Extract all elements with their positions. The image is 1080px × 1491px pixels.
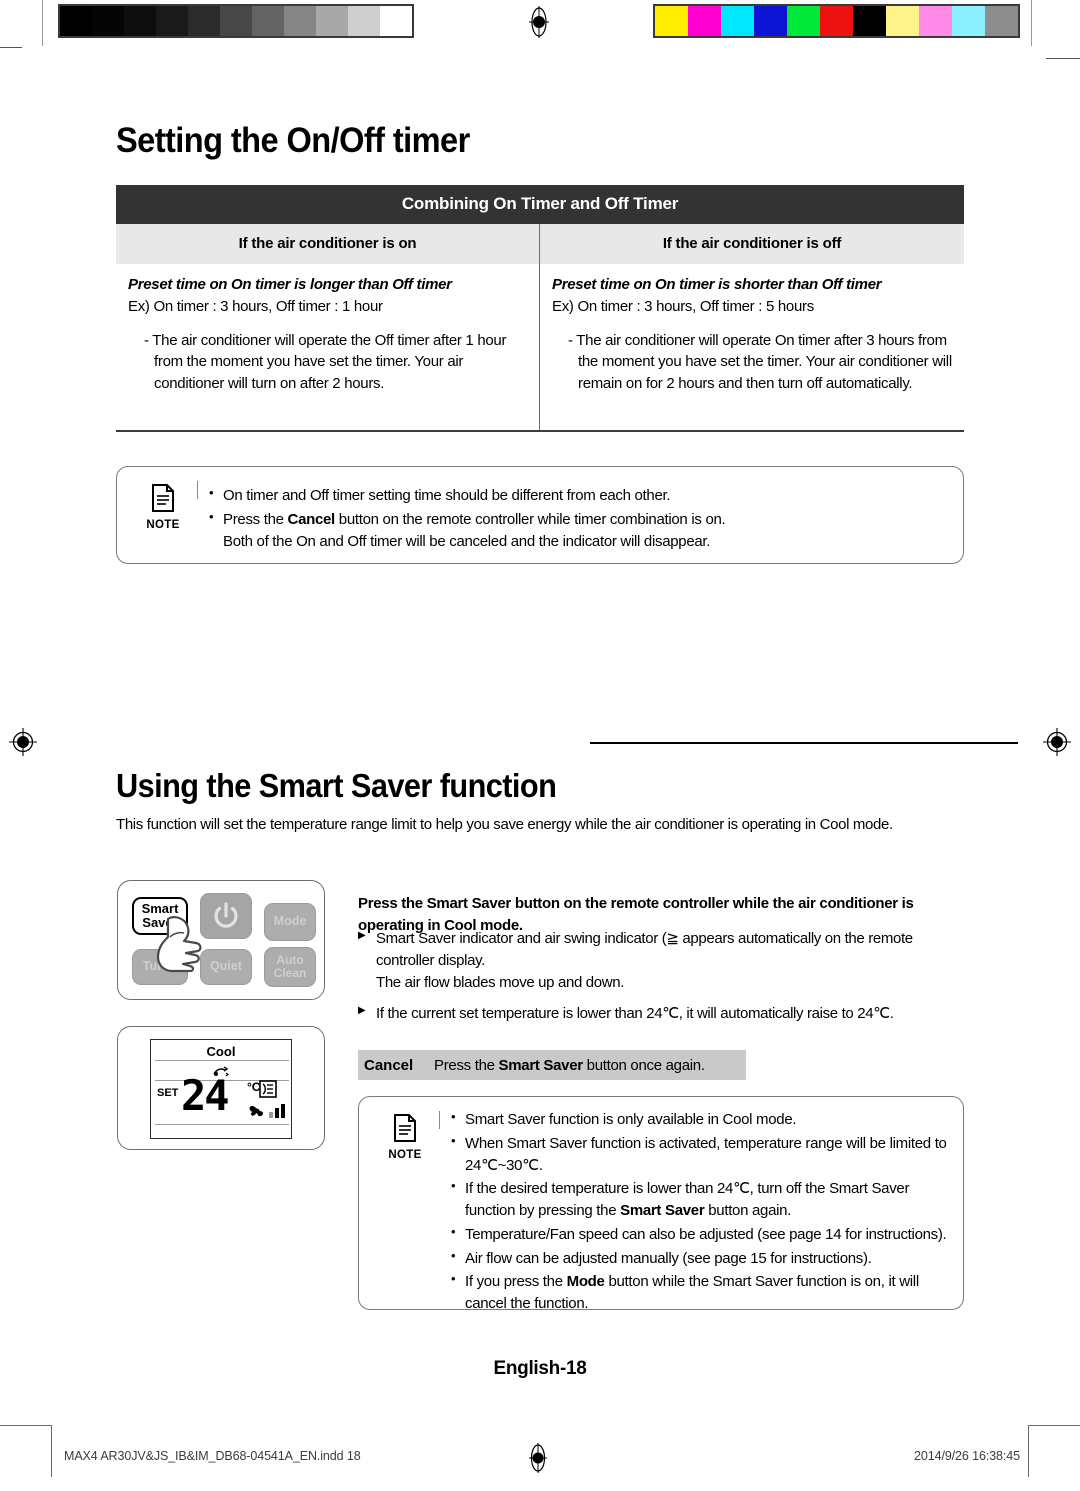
remote-display-illustration: Cool SET 24 °C bbox=[117, 1026, 325, 1150]
note-item-bold: Smart Saver bbox=[620, 1202, 705, 1219]
note-item-bold: Mode bbox=[566, 1273, 605, 1291]
lcd-divider bbox=[155, 1060, 289, 1061]
smart-saver-intro: This function will set the temperature r… bbox=[116, 816, 893, 833]
lcd-screen: Cool SET 24 °C bbox=[150, 1039, 292, 1139]
smart-saver-indicator-icon bbox=[259, 1080, 277, 1098]
mode-button[interactable]: Mode bbox=[264, 903, 316, 941]
lead-bold: Smart Saver bbox=[426, 895, 512, 912]
note-item-text: Smart Saver function is only available i… bbox=[465, 1111, 797, 1128]
note-item: Press the Cancel button on the remote co… bbox=[207, 508, 949, 553]
note-item-sub: Both of the On and Off timer will be can… bbox=[223, 532, 711, 550]
table-cell-on: Preset time on On timer is longer than O… bbox=[116, 264, 540, 430]
note-item-text: Air flow can be adjusted manually (see p… bbox=[465, 1249, 872, 1267]
table-header-off: If the air conditioner is off bbox=[662, 235, 842, 252]
note-divider bbox=[197, 481, 198, 499]
note-document-icon bbox=[152, 484, 174, 512]
note-list: Smart Saver function is only available i… bbox=[449, 1108, 951, 1317]
lead-pre: Press the bbox=[358, 895, 427, 912]
bullet-text-pre: Smart Saver indicator and air swing indi… bbox=[376, 930, 667, 947]
note-item-text-pre: If you press the bbox=[465, 1273, 567, 1291]
bullet-item: If the current set temperature is lower … bbox=[358, 1003, 970, 1025]
crop-mark-bottom-right bbox=[1028, 1425, 1080, 1426]
timer-combination-table: Combining On Timer and Off Timer If the … bbox=[116, 185, 964, 432]
auto-clean-button[interactable]: Auto Clean bbox=[264, 947, 316, 987]
cancel-bold: Smart Saver bbox=[498, 1056, 584, 1074]
bullet-sub: The air flow blades move up and down. bbox=[376, 973, 625, 991]
cell-detail: - The air conditioner will operate the O… bbox=[144, 332, 507, 392]
cancel-text: Press the Smart Saver button once again. bbox=[434, 1057, 705, 1074]
footer-filename: MAX4 AR30JV&JS_IB&IM_DB68-04541A_EN.indd… bbox=[64, 1449, 361, 1463]
cell-caption: Preset time on On timer is shorter than … bbox=[552, 276, 882, 293]
note-box-smart-saver: NOTE Smart Saver function is only availa… bbox=[358, 1096, 964, 1312]
note-label: NOTE bbox=[146, 519, 180, 531]
cell-example: Ex) On timer : 3 hours, Off timer : 5 ho… bbox=[552, 298, 814, 315]
note-item: Smart Saver function is only available i… bbox=[449, 1108, 951, 1131]
lcd-divider bbox=[155, 1124, 289, 1125]
page-title-smart-saver: Using the Smart Saver function bbox=[116, 767, 557, 805]
pointing-hand-icon bbox=[156, 916, 202, 973]
note-marker: NOTE bbox=[377, 1113, 433, 1161]
cancel-title: Cancel bbox=[364, 1056, 414, 1074]
manual-page: Setting the On/Off timer Combining On Ti… bbox=[0, 0, 1080, 1491]
note-item-text: Temperature/Fan speed can also be adjust… bbox=[465, 1225, 947, 1243]
note-item: If you press the Mode button while the S… bbox=[449, 1270, 951, 1315]
table-column-headers: If the air conditioner is on If the air … bbox=[116, 224, 964, 264]
mode-label: Mode bbox=[273, 914, 307, 929]
note-label: NOTE bbox=[388, 1149, 422, 1161]
note-box-timer: NOTE On timer and Off timer setting time… bbox=[116, 466, 964, 564]
crop-mark-bottom-left-vertical bbox=[51, 1425, 52, 1477]
note-item-bold: Cancel bbox=[287, 510, 336, 528]
cancel-text-pre: Press the bbox=[434, 1056, 499, 1074]
table-body: Preset time on On timer is longer than O… bbox=[116, 264, 964, 432]
table-header-on: If the air conditioner is on bbox=[116, 224, 540, 264]
cell-caption: Preset time on On timer is longer than O… bbox=[128, 276, 452, 293]
note-item: On timer and Off timer setting time shou… bbox=[207, 484, 949, 507]
heading-rule bbox=[590, 742, 1018, 745]
note-list: On timer and Off timer setting time shou… bbox=[207, 484, 949, 554]
lcd-set-label: SET bbox=[157, 1087, 179, 1099]
bullet-text-pre: If the current set temperature is lower … bbox=[376, 1005, 894, 1023]
note-item-text: When Smart Saver function is activated, … bbox=[465, 1134, 947, 1174]
table-title: Combining On Timer and Off Timer bbox=[116, 185, 964, 224]
note-item-text-post: button on the remote controller while ti… bbox=[334, 510, 726, 528]
note-document-icon bbox=[394, 1114, 416, 1142]
cell-example: Ex) On timer : 3 hours, Off timer : 1 ho… bbox=[128, 298, 383, 315]
page-title-on-off-timer: Setting the On/Off timer bbox=[116, 121, 470, 161]
note-item: Air flow can be adjusted manually (see p… bbox=[449, 1247, 951, 1270]
note-item-text-post: button again. bbox=[704, 1202, 792, 1219]
note-item: When Smart Saver function is activated, … bbox=[449, 1132, 951, 1177]
note-marker: NOTE bbox=[135, 483, 191, 531]
note-item: If the desired temperature is lower than… bbox=[449, 1177, 951, 1222]
note-item: Temperature/Fan speed can also be adjust… bbox=[449, 1223, 951, 1246]
page-number: English-18 bbox=[493, 1358, 587, 1379]
note-divider bbox=[439, 1111, 440, 1129]
fan-speed-bars bbox=[269, 1104, 285, 1118]
note-item-text: On timer and Off timer setting time shou… bbox=[223, 487, 671, 504]
cancel-instruction-bar: Cancel Press the Smart Saver button once… bbox=[358, 1050, 746, 1080]
table-cell-off: Preset time on On timer is shorter than … bbox=[540, 264, 964, 430]
cell-detail: - The air conditioner will operate On ti… bbox=[568, 332, 952, 392]
bullet-item: Smart Saver indicator and air swing indi… bbox=[358, 928, 970, 993]
smart-saver-bullets: Smart Saver indicator and air swing indi… bbox=[358, 928, 970, 1035]
clean-label: Clean bbox=[273, 966, 307, 980]
lcd-temperature-value: 24 bbox=[181, 1071, 230, 1120]
footer-timestamp: 2014/9/26 16:38:45 bbox=[914, 1449, 1020, 1463]
air-swing-glyph-icon: ≧ bbox=[666, 929, 679, 947]
remote-controller-illustration: Smart Saver Mode Turbo Quiet Auto Clean bbox=[117, 880, 325, 1000]
lcd-mode-label: Cool bbox=[206, 1044, 236, 1059]
crop-mark-bottom-left bbox=[0, 1425, 52, 1426]
note-item-text-pre: Press the bbox=[223, 510, 288, 528]
crop-mark-bottom-right-vertical bbox=[1028, 1425, 1029, 1477]
cancel-text-post: button once again. bbox=[582, 1056, 705, 1074]
fan-icon bbox=[249, 1106, 264, 1117]
